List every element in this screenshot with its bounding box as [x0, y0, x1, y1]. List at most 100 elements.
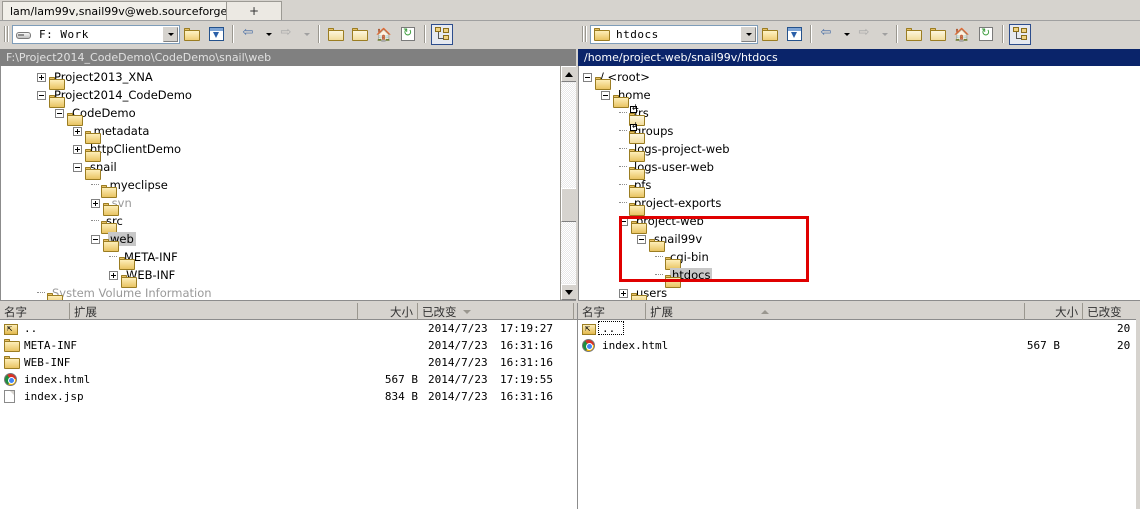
- home-icon[interactable]: 🏠: [373, 24, 395, 45]
- tree-node[interactable]: cgi-bin: [583, 248, 1136, 270]
- forward-arrow-icon[interactable]: [277, 24, 299, 45]
- tree-expander-collapse[interactable]: [37, 90, 46, 100]
- parent-folder-icon[interactable]: [325, 24, 347, 45]
- column-header-changed[interactable]: 已改变: [418, 303, 574, 320]
- tree-node[interactable]: pfs: [583, 176, 1136, 198]
- new-folder-icon[interactable]: [927, 24, 949, 45]
- table-row[interactable]: index.html 567 B 2014/7/23 17:19:55: [0, 371, 577, 388]
- drive-selector[interactable]: F: Work: [12, 24, 180, 44]
- table-row[interactable]: META-INF 2014/7/23 16:31:16: [0, 337, 577, 354]
- local-file-list[interactable]: 名字 扩展 大小 已改变 ⇱.. 2014/7/23 17:19:27 META-IN…: [0, 303, 578, 509]
- table-row[interactable]: ⇱.. 20: [578, 320, 1140, 337]
- local-directory-tree[interactable]: Project2013_XNA Project2014_CodeDemo CodeD…: [0, 66, 578, 301]
- tree-node[interactable]: logs-project-web: [583, 140, 1136, 162]
- scroll-thumb[interactable]: [561, 188, 577, 222]
- winscp-window: lam/lam99v,snail99v@web.sourceforge.net …: [0, 0, 1140, 509]
- table-row[interactable]: index.html 567 B 20: [578, 337, 1140, 354]
- tree-node[interactable]: .metadata: [1, 122, 559, 144]
- tree-node[interactable]: Project2013_XNA: [1, 68, 559, 90]
- tree-expander-collapse[interactable]: [583, 72, 592, 82]
- tree-node[interactable]: project-exports: [583, 194, 1136, 216]
- remote-path-selector[interactable]: htdocs: [590, 24, 758, 44]
- drive-dropdown-button[interactable]: [163, 26, 178, 42]
- open-folder-icon[interactable]: [759, 24, 781, 45]
- table-row[interactable]: ⇱.. 2014/7/23 17:19:27: [0, 320, 577, 337]
- new-folder-icon[interactable]: [349, 24, 371, 45]
- tree-node[interactable]: META-INF: [1, 248, 559, 270]
- tree-node[interactable]: project-web: [583, 212, 1136, 234]
- tree-node[interactable]: web: [1, 230, 559, 252]
- filter-icon[interactable]: [783, 24, 805, 45]
- scroll-track[interactable]: [561, 83, 577, 283]
- tree-node[interactable]: Project2014_CodeDemo: [1, 86, 559, 108]
- tab-session-active[interactable]: lam/lam99v,snail99v@web.sourceforge.net: [2, 1, 257, 20]
- tree-expander-expand[interactable]: [109, 270, 118, 280]
- tree-node[interactable]: home: [583, 86, 1136, 108]
- tree-node[interactable]: htdocs: [583, 266, 1136, 288]
- tree-toggle-icon[interactable]: [1009, 23, 1031, 45]
- remote-path-dropdown-button[interactable]: [741, 26, 756, 42]
- file-date-cell: 20: [1117, 339, 1131, 352]
- column-header-changed[interactable]: 已改变: [1083, 303, 1140, 320]
- tree-expander-collapse[interactable]: [637, 234, 646, 244]
- tree-node[interactable]: snail: [1, 158, 559, 180]
- back-arrow-icon[interactable]: [817, 24, 839, 45]
- tree-node[interactable]: .svn: [1, 194, 559, 216]
- open-folder-icon[interactable]: [181, 24, 203, 45]
- tree-expander-collapse[interactable]: [619, 216, 628, 226]
- tree-expander-collapse[interactable]: [601, 90, 610, 100]
- tree-node[interactable]: src: [1, 212, 559, 234]
- parent-folder-icon[interactable]: [903, 24, 925, 45]
- tree-expander-collapse[interactable]: [73, 162, 82, 172]
- tree-node[interactable]: snail99v: [583, 230, 1136, 252]
- forward-dropdown-icon[interactable]: [879, 24, 891, 45]
- column-label: 已改变: [1087, 304, 1122, 319]
- folder-glyph: [906, 27, 922, 41]
- tree-node[interactable]: WEB-INF: [1, 266, 559, 288]
- table-row[interactable]: index.jsp 834 B 2014/7/23 16:31:16: [0, 388, 577, 405]
- back-arrow-icon[interactable]: [239, 24, 261, 45]
- column-header-size[interactable]: 大小: [358, 303, 418, 320]
- tree-node[interactable]: groups: [583, 121, 1136, 144]
- shortcut-overlay-icon: [630, 121, 638, 131]
- tree-expander-collapse[interactable]: [91, 234, 100, 244]
- forward-dropdown-icon[interactable]: [301, 24, 313, 45]
- table-row[interactable]: WEB-INF 2014/7/23 16:31:16: [0, 354, 577, 371]
- remote-list-scrollbar[interactable]: [1136, 303, 1140, 509]
- remote-directory-tree[interactable]: / <root>homefrsgroupslogs-project-web log…: [578, 66, 1140, 301]
- tree-node[interactable]: / <root>: [583, 68, 1136, 90]
- tree-node[interactable]: .myeclipse: [1, 176, 559, 198]
- tree-node[interactable]: users: [583, 284, 1136, 300]
- toolbar-grip[interactable]: [581, 25, 588, 43]
- column-header-size[interactable]: 大小: [1025, 303, 1084, 320]
- tree-expander-expand[interactable]: [619, 288, 628, 298]
- tree-expander-collapse[interactable]: [55, 108, 64, 118]
- column-header-name[interactable]: 名字: [0, 303, 70, 320]
- home-icon[interactable]: 🏠: [951, 24, 973, 45]
- tree-expander-expand[interactable]: [91, 198, 100, 208]
- forward-arrow-icon[interactable]: [855, 24, 877, 45]
- refresh-icon[interactable]: ↻: [975, 24, 997, 45]
- tree-node[interactable]: httpClientDemo: [1, 140, 559, 162]
- filter-icon[interactable]: [205, 24, 227, 45]
- tree-expander-expand[interactable]: [73, 126, 82, 136]
- tree-node[interactable]: CodeDemo: [1, 104, 559, 126]
- tree-toggle-icon[interactable]: [431, 23, 453, 45]
- tree-expander-expand[interactable]: [37, 72, 46, 82]
- tree-expander-expand[interactable]: [73, 144, 82, 154]
- back-dropdown-icon[interactable]: [841, 24, 853, 45]
- tree-node[interactable]: logs-user-web: [583, 158, 1136, 180]
- toolbar-grip[interactable]: [3, 25, 10, 43]
- refresh-icon[interactable]: ↻: [397, 24, 419, 45]
- new-tab-button[interactable]: +: [226, 1, 282, 20]
- remote-file-list[interactable]: 名字 扩展 大小 已改变 ⇱.. 20 index.html 567 B 20: [578, 303, 1140, 509]
- column-header-ext[interactable]: 扩展: [70, 303, 358, 320]
- scroll-up-button[interactable]: [561, 66, 577, 82]
- tree-node[interactable]: frs: [583, 103, 1136, 126]
- back-dropdown-icon[interactable]: [263, 24, 275, 45]
- tree-node[interactable]: System Volume Information: [1, 284, 559, 300]
- column-header-ext[interactable]: 扩展: [646, 303, 1026, 320]
- scroll-down-button[interactable]: [561, 284, 577, 300]
- column-header-name[interactable]: 名字: [578, 303, 647, 320]
- local-tree-scrollbar[interactable]: [560, 66, 577, 300]
